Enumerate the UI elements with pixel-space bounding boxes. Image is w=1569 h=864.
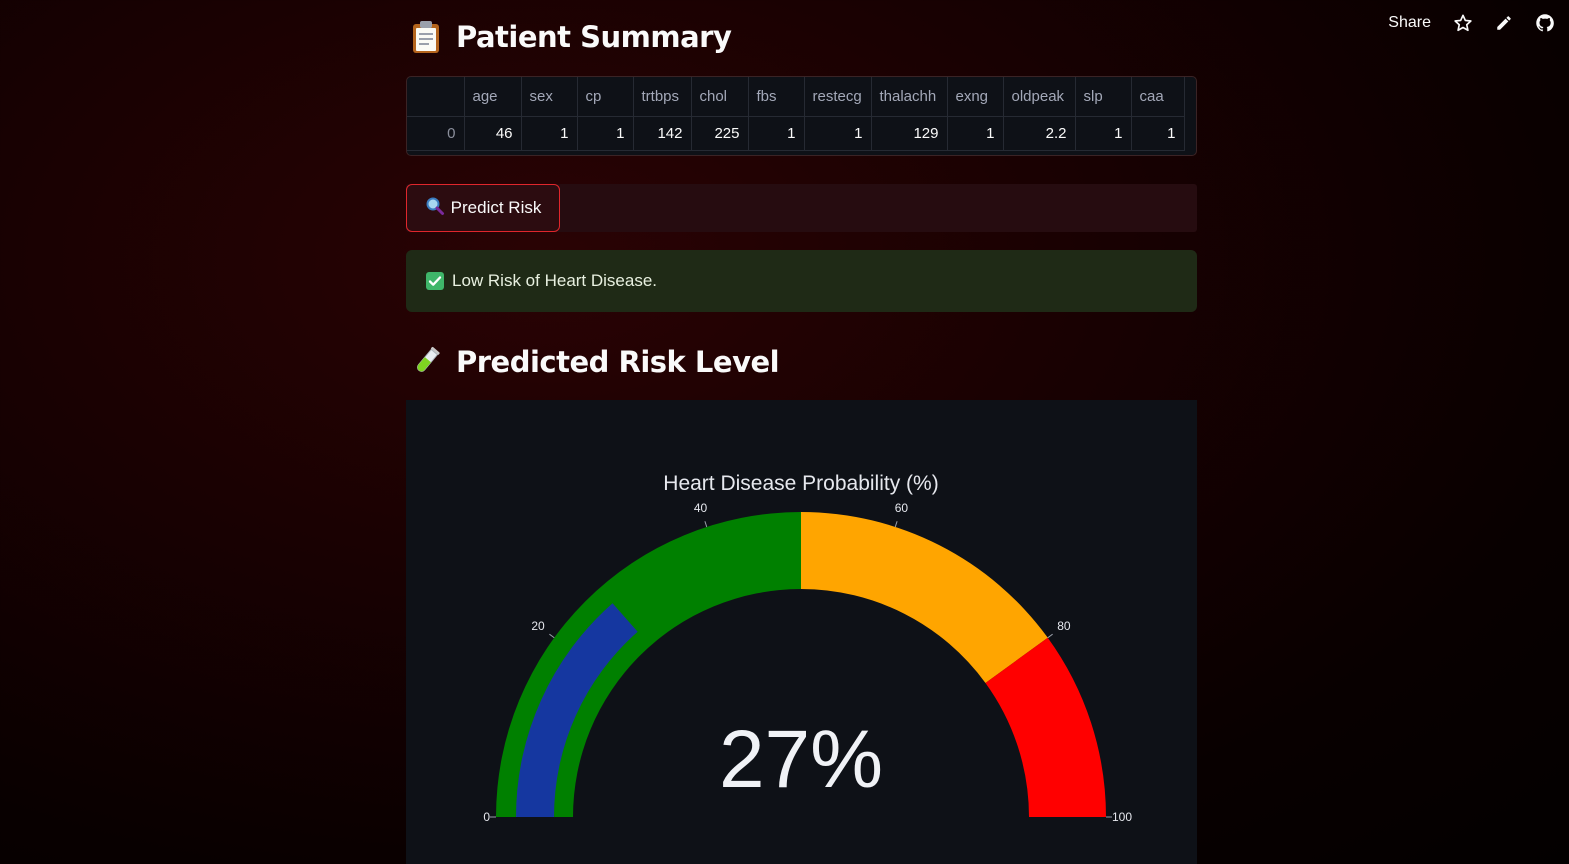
patient-data-table[interactable]: age sex cp trtbps chol fbs restecg thala… <box>406 76 1197 156</box>
gauge-tick-label: 0 <box>483 810 490 824</box>
table-cell[interactable]: 2.2 <box>1003 116 1076 151</box>
gauge-title: Heart Disease Probability (%) <box>663 472 938 495</box>
risk-result-message: Low Risk of Heart Disease. <box>452 271 658 290</box>
table-cell[interactable]: 1 <box>804 116 872 151</box>
table-cell[interactable]: 1 <box>577 116 634 151</box>
table-cell[interactable]: 1 <box>521 116 578 151</box>
column-header-index <box>407 77 465 117</box>
risk-result-alert: Low Risk of Heart Disease. <box>406 250 1197 312</box>
clipboard-icon <box>410 20 442 54</box>
column-header[interactable]: trtbps <box>633 77 692 117</box>
table-cell[interactable]: 129 <box>871 116 948 151</box>
gauge-tick-label: 100 <box>1112 810 1132 824</box>
gauge-chart-panel: 0 20 40 60 80 100 Heart Disease Probability (%… <box>406 400 1197 864</box>
gauge-tick-label: 40 <box>694 501 708 515</box>
gauge-tick <box>549 633 555 639</box>
table-header-row: age sex cp trtbps chol fbs restecg thala… <box>407 77 1185 117</box>
app-toolbar: Share <box>1388 10 1555 36</box>
page-title: Patient Summary <box>456 20 732 54</box>
table-cell[interactable]: 1 <box>947 116 1004 151</box>
table-cell[interactable]: 1 <box>748 116 805 151</box>
column-header[interactable]: sex <box>521 77 578 117</box>
test-tube-icon <box>410 345 442 379</box>
column-header[interactable]: cp <box>577 77 634 117</box>
gauge-tick <box>1047 633 1053 639</box>
patient-summary-heading: Patient Summary <box>406 20 732 54</box>
section-title: Predicted Risk Level <box>456 345 780 379</box>
table-row: 0 46 1 1 142 225 1 1 129 1 2.2 1 1 <box>407 116 1185 151</box>
predict-risk-label: Predict Risk <box>450 198 542 217</box>
gauge-tick-label: 60 <box>895 501 909 515</box>
gauge-value-label: 27% <box>719 714 883 805</box>
gauge-tick-label: 80 <box>1057 619 1071 633</box>
column-header[interactable]: fbs <box>748 77 805 117</box>
column-header[interactable]: oldpeak <box>1003 77 1076 117</box>
gauge-tick <box>894 521 898 528</box>
gauge-step-1 <box>801 512 1048 683</box>
column-header[interactable]: slp <box>1075 77 1132 117</box>
table-cell[interactable]: 142 <box>633 116 692 151</box>
table-cell[interactable]: 1 <box>1131 116 1185 151</box>
table-cell[interactable]: 46 <box>464 116 522 151</box>
predict-section: Predict Risk <box>406 184 1197 232</box>
github-icon[interactable] <box>1535 13 1555 33</box>
gauge-tick-label: 20 <box>531 619 545 633</box>
magnifier-icon <box>425 196 445 221</box>
check-mark-icon <box>426 272 444 290</box>
row-index-cell: 0 <box>407 116 465 151</box>
share-button[interactable]: Share <box>1388 14 1431 32</box>
predicted-risk-heading: Predicted Risk Level <box>406 345 780 379</box>
table-cell[interactable]: 225 <box>691 116 749 151</box>
star-icon[interactable] <box>1453 13 1473 33</box>
column-header[interactable]: restecg <box>804 77 872 117</box>
column-header[interactable]: exng <box>947 77 1004 117</box>
gauge-tick <box>704 521 708 528</box>
table-cell[interactable]: 1 <box>1075 116 1132 151</box>
column-header[interactable]: caa <box>1131 77 1185 117</box>
column-header[interactable]: age <box>464 77 522 117</box>
predict-risk-button[interactable]: Predict Risk <box>406 184 560 232</box>
pencil-icon[interactable] <box>1495 14 1513 32</box>
column-header[interactable]: thalachh <box>871 77 948 117</box>
gauge-chart: 0 20 40 60 80 100 Heart Disease Probability (%… <box>483 472 1132 824</box>
column-header[interactable]: chol <box>691 77 749 117</box>
